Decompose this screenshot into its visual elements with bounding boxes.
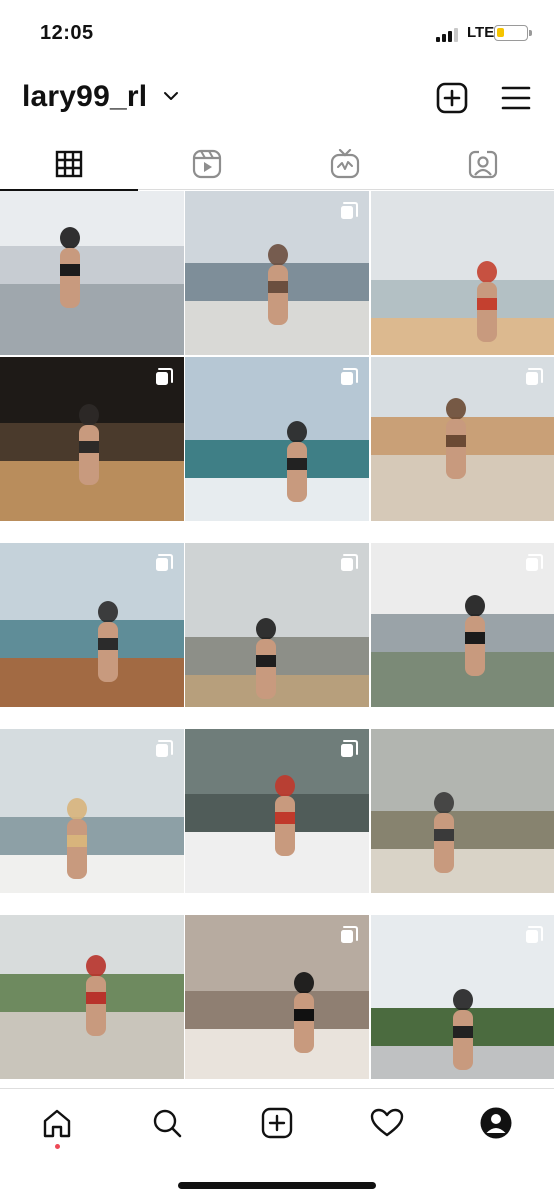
post-thumbnail[interactable] [0, 543, 184, 707]
post-thumbnail[interactable] [0, 357, 184, 521]
post-photo [371, 729, 554, 893]
igtv-icon [330, 149, 360, 179]
cellular-signal-icon [436, 28, 462, 42]
nav-create-button[interactable] [259, 1105, 295, 1141]
home-indicator-bar [178, 1182, 376, 1189]
multiple-photos-icon [156, 368, 173, 385]
tab-grid[interactable] [0, 138, 138, 191]
profile-avatar-icon [480, 1107, 512, 1139]
multiple-photos-icon [341, 740, 358, 757]
nav-search-button[interactable] [149, 1105, 185, 1141]
multiple-photos-icon [341, 368, 358, 385]
tab-tagged[interactable] [414, 138, 552, 190]
plus-square-icon [261, 1107, 293, 1139]
account-username[interactable]: lary99_rl [22, 80, 147, 114]
nav-activity-button[interactable] [369, 1105, 405, 1141]
nav-home-button[interactable] [39, 1105, 75, 1141]
home-icon [43, 1109, 71, 1138]
status-time: 12:05 [40, 22, 94, 44]
chevron-down-icon[interactable] [163, 90, 179, 102]
reels-icon [192, 149, 222, 179]
multiple-photos-icon [341, 554, 358, 571]
post-photo [0, 191, 184, 355]
search-icon [153, 1109, 182, 1138]
post-thumbnail[interactable] [0, 915, 184, 1079]
post-thumbnail[interactable] [0, 191, 184, 355]
heart-icon [370, 1108, 404, 1137]
multiple-photos-icon [156, 740, 173, 757]
tab-reels[interactable] [138, 138, 276, 190]
battery-icon [494, 25, 532, 41]
multiple-photos-icon [156, 554, 173, 571]
tagged-person-icon [468, 150, 498, 179]
posts-grid [0, 191, 554, 1088]
post-thumbnail[interactable] [185, 357, 369, 521]
home-notification-dot [55, 1144, 60, 1149]
post-thumbnail[interactable] [185, 543, 369, 707]
post-thumbnail[interactable] [371, 357, 554, 521]
post-photo [0, 915, 184, 1079]
battery-level-fill [497, 28, 504, 37]
post-thumbnail[interactable] [185, 191, 369, 355]
post-thumbnail[interactable] [371, 543, 554, 707]
network-type: LTE [467, 24, 495, 41]
post-thumbnail[interactable] [371, 915, 554, 1079]
multiple-photos-icon [341, 202, 358, 219]
post-thumbnail[interactable] [371, 191, 554, 355]
grid-icon [55, 150, 83, 178]
post-photo [371, 191, 554, 355]
tab-igtv[interactable] [276, 138, 414, 190]
nav-profile-button[interactable] [478, 1105, 514, 1141]
post-thumbnail[interactable] [185, 729, 369, 893]
multiple-photos-icon [526, 554, 543, 571]
post-thumbnail[interactable] [0, 729, 184, 893]
post-thumbnail[interactable] [371, 729, 554, 893]
post-thumbnail[interactable] [185, 915, 369, 1079]
profile-tabs [0, 138, 554, 191]
hamburger-menu-button[interactable] [500, 84, 532, 112]
status-bar: 12:05 LTE [0, 0, 554, 62]
multiple-photos-icon [526, 368, 543, 385]
new-post-button[interactable] [436, 82, 468, 114]
profile-header: lary99_rl [0, 72, 554, 128]
multiple-photos-icon [526, 926, 543, 943]
multiple-photos-icon [341, 926, 358, 943]
